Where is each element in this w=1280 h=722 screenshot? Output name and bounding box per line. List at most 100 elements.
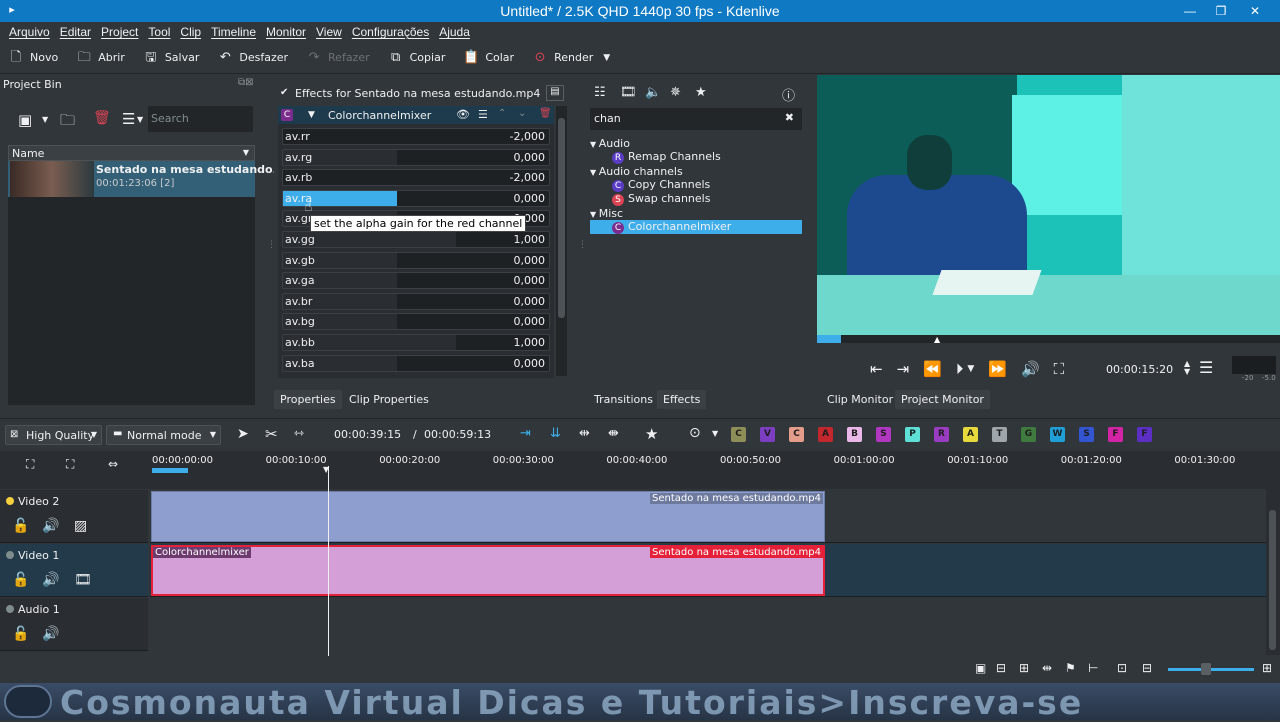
favorite-star-icon[interactable]: ★ bbox=[645, 425, 658, 443]
quick-effect-chip[interactable]: V bbox=[760, 427, 775, 442]
bin-menu-dropdown-icon[interactable]: ▼ bbox=[137, 115, 143, 124]
timeline-position[interactable]: 00:00:39:15 bbox=[334, 428, 401, 441]
new-button[interactable]: 🗋 Novo bbox=[8, 50, 58, 66]
overwrite-icon[interactable]: ⇊ bbox=[550, 426, 561, 441]
monitor-timecode[interactable]: 00:00:15:20 bbox=[1106, 363, 1173, 376]
tab-clip-properties[interactable]: Clip Properties bbox=[343, 390, 435, 409]
paste-button[interactable]: 📋 Colar bbox=[463, 50, 514, 66]
render-dropdown-icon[interactable]: ▼ bbox=[603, 53, 610, 63]
markers-icon[interactable]: ⊞ bbox=[1019, 661, 1029, 675]
menu-monitor[interactable]: Monitor bbox=[266, 25, 306, 39]
redo-button[interactable]: ↷ Refazer bbox=[306, 50, 370, 66]
param-value[interactable]: 0,000 bbox=[514, 274, 546, 287]
razor-tool-icon[interactable]: ✂ bbox=[265, 425, 278, 443]
video-effects-icon[interactable]: 🎞 bbox=[620, 85, 637, 100]
quick-effect-chip[interactable]: F bbox=[1108, 427, 1123, 442]
splitter-handle-2[interactable]: ⋮ bbox=[578, 240, 587, 250]
tab-project-monitor[interactable]: Project Monitor bbox=[895, 390, 990, 409]
effect-item[interactable]: R Remap Channels bbox=[612, 150, 721, 164]
menu-timeline[interactable]: Timeline bbox=[211, 25, 256, 39]
zoom-slider-handle[interactable] bbox=[1201, 663, 1211, 675]
quick-effect-chip[interactable]: S bbox=[1079, 427, 1094, 442]
quick-effect-chip[interactable]: W bbox=[1050, 427, 1065, 442]
custom-effects-icon[interactable]: ✵ bbox=[670, 85, 681, 100]
param-row[interactable]: av.ba 0,000 bbox=[282, 354, 550, 372]
param-row[interactable]: av.br 0,000 bbox=[282, 292, 550, 310]
timecode-spinner-icon[interactable]: ▲ ▼ bbox=[1184, 360, 1190, 376]
quality-select[interactable]: ⊠ High Quality ▼ bbox=[5, 425, 102, 445]
list-view-icon[interactable]: ☷ bbox=[594, 85, 606, 100]
insert-icon[interactable]: ⇥ bbox=[520, 426, 531, 441]
clear-search-icon[interactable]: ✖ bbox=[785, 111, 794, 124]
rewind-icon[interactable]: ⏪ bbox=[923, 360, 942, 378]
fit-timeline-icon[interactable]: ⛶ bbox=[26, 457, 34, 472]
forward-icon[interactable]: ⏩ bbox=[988, 360, 1007, 378]
param-value[interactable]: -2,000 bbox=[510, 171, 545, 184]
mute-audio-icon[interactable]: 🔊 bbox=[42, 572, 59, 588]
mute-audio-icon[interactable]: 🔊 bbox=[42, 518, 59, 534]
menu-arquivo[interactable]: Arquivo bbox=[9, 25, 50, 39]
thumbnails-icon[interactable]: ▣ bbox=[975, 661, 986, 675]
effect-collapse-icon[interactable]: ▼ bbox=[308, 110, 315, 120]
quick-effect-chip[interactable]: T bbox=[992, 427, 1007, 442]
effect-title-row[interactable]: C ▼ Colorchannelmixer 👁 ☰ ⌃ ⌄ 🗑 bbox=[278, 106, 554, 124]
effect-stack-options-icon[interactable]: ▤ bbox=[546, 85, 564, 101]
volume-icon[interactable]: 🔊 bbox=[1021, 360, 1040, 378]
param-value[interactable]: 1,000 bbox=[514, 233, 546, 246]
menu-project[interactable]: Project bbox=[101, 25, 138, 39]
tab-properties[interactable]: Properties bbox=[274, 390, 342, 409]
menu-ajuda[interactable]: Ajuda bbox=[439, 25, 470, 39]
quick-effect-chip[interactable]: B bbox=[847, 427, 862, 442]
param-value[interactable]: 0,000 bbox=[514, 357, 546, 370]
clip-video-1[interactable]: Colorchannelmixer Sentado na mesa estuda… bbox=[151, 545, 825, 596]
track-height-icon[interactable]: ⇔ bbox=[108, 457, 118, 471]
delete-effect-icon[interactable]: 🗑 bbox=[539, 108, 552, 119]
bin-search-input[interactable]: Search bbox=[148, 106, 253, 132]
fit-zoom-icon[interactable]: ⛶ bbox=[1054, 360, 1065, 378]
lock-icon[interactable]: 🔓 bbox=[12, 518, 29, 534]
monitor-menu-icon[interactable]: ☰ bbox=[1199, 358, 1213, 377]
timeline-scrollbar-thumb[interactable] bbox=[1269, 510, 1276, 650]
effect-item[interactable]: C Copy Channels bbox=[612, 178, 710, 192]
menu-tool[interactable]: Tool bbox=[148, 25, 170, 39]
add-clip-dropdown-icon[interactable]: ▼ bbox=[42, 115, 48, 124]
undo-button[interactable]: ↶ Desfazer bbox=[217, 50, 288, 66]
record-dropdown-icon[interactable]: ▼ bbox=[712, 429, 718, 438]
param-row[interactable]: av.ga 0,000 bbox=[282, 272, 550, 290]
spacer-tool-icon[interactable]: ⇿ bbox=[294, 426, 304, 440]
effect-scrollbar[interactable] bbox=[556, 106, 567, 376]
param-value[interactable]: 0,000 bbox=[514, 151, 546, 164]
param-value[interactable]: -2,000 bbox=[510, 130, 545, 143]
effect-enable-check[interactable]: ✔ bbox=[280, 87, 288, 98]
clip-video-2[interactable]: Sentado na mesa estudando.mp4 bbox=[151, 491, 825, 542]
track-header-video-1[interactable]: Video 1 🔓 🔊 🎞 bbox=[0, 544, 148, 597]
monitor-playhead-icon[interactable]: ▲ bbox=[934, 335, 940, 344]
quick-effect-chip[interactable]: C bbox=[789, 427, 804, 442]
track-active-indicator[interactable] bbox=[6, 551, 14, 559]
maximize-button[interactable]: ❐ bbox=[1206, 0, 1236, 22]
timeline-scrollbar[interactable] bbox=[1266, 475, 1280, 655]
param-row[interactable]: av.rr -2,000 bbox=[282, 128, 550, 145]
track-header-audio-1[interactable]: Audio 1 🔓 🔊 bbox=[0, 598, 148, 651]
split-icon[interactable]: ⊢ bbox=[1088, 661, 1098, 675]
lift-icon[interactable]: ⇼ bbox=[608, 426, 619, 441]
zone-icon[interactable]: ⛶ bbox=[66, 457, 74, 472]
param-value[interactable]: 0,000 bbox=[514, 315, 546, 328]
group-expand-icon[interactable]: ▼ bbox=[590, 210, 599, 219]
minimize-button[interactable]: — bbox=[1175, 0, 1205, 22]
quick-effect-chip[interactable]: S bbox=[876, 427, 891, 442]
set-zone-out-icon[interactable]: ⇥ bbox=[897, 360, 910, 378]
effect-group[interactable]: ▼ Audio bbox=[590, 137, 630, 150]
new-folder-icon[interactable]: 🗀 bbox=[60, 110, 75, 135]
effect-menu-icon[interactable]: ☰ bbox=[478, 108, 488, 121]
open-button[interactable]: 🗀 Abrir bbox=[76, 50, 125, 66]
tab-transitions[interactable]: Transitions bbox=[588, 390, 659, 409]
param-value[interactable]: 0,000 bbox=[514, 192, 546, 205]
menu-configuracoes[interactable]: Configurações bbox=[352, 25, 429, 39]
add-clip-icon[interactable]: ▣ bbox=[18, 111, 32, 129]
bin-column-header[interactable]: Name ▼ bbox=[8, 145, 255, 161]
play-dropdown-icon[interactable]: ▼ bbox=[967, 364, 974, 378]
info-icon[interactable]: ⓘ bbox=[782, 85, 795, 104]
sort-chevron-icon[interactable]: ▼ bbox=[243, 148, 249, 157]
track-active-indicator[interactable] bbox=[6, 497, 14, 505]
